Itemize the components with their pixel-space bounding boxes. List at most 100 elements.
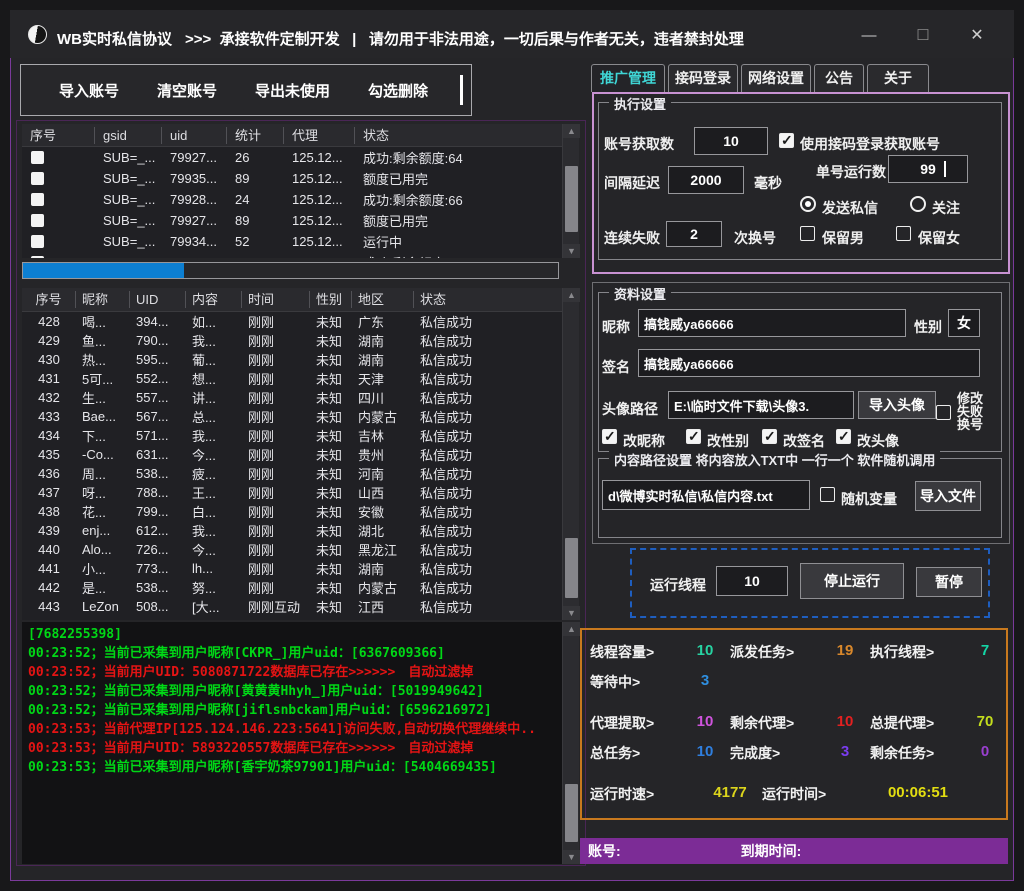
- scroll-up-icon[interactable]: ▲: [563, 622, 580, 636]
- cell: 未知: [310, 502, 352, 521]
- column-header[interactable]: gsid: [95, 127, 162, 144]
- table-row[interactable]: 442是...538...努...刚刚未知内蒙古私信成功: [22, 578, 562, 597]
- table-row[interactable]: 434下...571...我...刚刚未知吉林私信成功: [22, 426, 562, 445]
- column-header[interactable]: 地区: [352, 291, 414, 308]
- table-row[interactable]: 4315可...552...想...刚刚未知天津私信成功: [22, 369, 562, 388]
- table-row[interactable]: 439enj...612...我...刚刚未知湖北私信成功: [22, 521, 562, 540]
- messages-table-scrollbar[interactable]: ▲ ▼: [562, 288, 579, 620]
- cell: 湖南: [352, 331, 414, 350]
- maximize-button[interactable]: ☐: [910, 26, 936, 46]
- fail-switch-checkbox[interactable]: [936, 405, 951, 420]
- column-header[interactable]: UID: [130, 291, 186, 308]
- column-header[interactable]: 状态: [414, 291, 562, 308]
- thread-count-input[interactable]: [716, 566, 788, 596]
- table-row[interactable]: 432生...557...讲...刚刚未知四川私信成功: [22, 388, 562, 407]
- column-header[interactable]: 状态: [355, 127, 562, 144]
- table-row[interactable]: SUB=_...79927...26125.12...成功:剩余额度:64: [22, 147, 562, 168]
- log-line: [7682255398]: [28, 625, 556, 644]
- avatar-path-input[interactable]: [668, 391, 854, 419]
- table-row[interactable]: SUB=_...79927...89125.12...额度已用完: [22, 210, 562, 231]
- table-row[interactable]: 433Bae...567...总...刚刚未知内蒙古私信成功: [22, 407, 562, 426]
- scrollbar-thumb[interactable]: [565, 784, 578, 842]
- table-row[interactable]: 440Alo...726...今...刚刚未知黑龙江私信成功: [22, 540, 562, 559]
- log-scrollbar[interactable]: ▲ ▼: [562, 622, 579, 864]
- change-checkbox[interactable]: [686, 429, 701, 444]
- table-row[interactable]: 430热...595...葡...刚刚未知湖南私信成功: [22, 350, 562, 369]
- close-button[interactable]: ✕: [964, 26, 990, 46]
- table-row[interactable]: 436周...538...疲...刚刚未知河南私信成功: [22, 464, 562, 483]
- table-row[interactable]: 437呀...788...王...刚刚未知山西私信成功: [22, 483, 562, 502]
- tab-1[interactable]: 接码登录: [668, 64, 738, 92]
- toolbar-button[interactable]: 勾选删除: [368, 80, 428, 101]
- scroll-up-icon[interactable]: ▲: [563, 288, 580, 302]
- fail-count-input[interactable]: [666, 221, 722, 247]
- scrollbar-thumb[interactable]: [565, 166, 578, 232]
- table-row[interactable]: 435-Co...631...今...刚刚未知贵州私信成功: [22, 445, 562, 464]
- follow-radio[interactable]: [910, 196, 926, 212]
- row-checkbox[interactable]: [31, 256, 44, 258]
- account-fetch-input[interactable]: [694, 127, 768, 155]
- column-header[interactable]: 统计: [227, 127, 284, 144]
- import-avatar-button[interactable]: 导入头像: [858, 391, 936, 419]
- scroll-up-icon[interactable]: ▲: [563, 124, 580, 138]
- tab-2[interactable]: 网络设置: [741, 64, 811, 92]
- table-row[interactable]: SUB=_...79928...24125.12...成功:剩余额度:66: [22, 189, 562, 210]
- column-header[interactable]: 代理: [284, 127, 355, 144]
- single-run-input[interactable]: [888, 155, 968, 183]
- interval-input[interactable]: [668, 166, 744, 194]
- table-row[interactable]: 441小...773...lh...刚刚未知湖南私信成功: [22, 559, 562, 578]
- cell: 努...: [186, 578, 242, 597]
- cell: 广东: [352, 312, 414, 331]
- gender-select[interactable]: 女: [948, 309, 980, 337]
- tab-0[interactable]: 推广管理: [591, 64, 665, 92]
- change-checkbox[interactable]: [762, 429, 777, 444]
- accounts-table[interactable]: 序号gsiduid统计代理状态 SUB=_...79927...26125.12.…: [22, 124, 562, 258]
- send-dm-radio[interactable]: [800, 196, 816, 212]
- column-header[interactable]: 性别: [310, 291, 352, 308]
- table-row[interactable]: SUB=_...79927...37125.12...成功:剩余额度:53: [22, 252, 562, 258]
- minimize-button[interactable]: —: [856, 26, 882, 46]
- row-checkbox[interactable]: [31, 214, 44, 227]
- column-header[interactable]: 昵称: [76, 291, 130, 308]
- toolbar-button[interactable]: 导入账号: [59, 80, 119, 101]
- table-row[interactable]: 443LeZon508...[大...刚刚互动未知江西私信成功: [22, 597, 562, 616]
- row-checkbox[interactable]: [31, 172, 44, 185]
- nick-input[interactable]: [638, 309, 906, 337]
- use-code-login-checkbox[interactable]: [779, 133, 794, 148]
- content-path-input[interactable]: [602, 480, 810, 510]
- table-row[interactable]: SUB=_...79934...52125.12...运行中: [22, 231, 562, 252]
- stat-item: 线程容量>10: [590, 642, 728, 662]
- scroll-down-icon[interactable]: ▼: [563, 606, 580, 620]
- column-header[interactable]: 序号: [22, 127, 95, 144]
- pause-button[interactable]: 暂停: [916, 567, 982, 597]
- change-checkbox[interactable]: [602, 429, 617, 444]
- column-header[interactable]: 时间: [242, 291, 310, 308]
- row-checkbox[interactable]: [31, 235, 44, 248]
- row-checkbox[interactable]: [31, 151, 44, 164]
- tab-4[interactable]: 关于: [867, 64, 929, 92]
- column-header[interactable]: 序号: [22, 291, 76, 308]
- column-header[interactable]: 内容: [186, 291, 242, 308]
- table-row[interactable]: 428喝...394...如...刚刚未知广东私信成功: [22, 312, 562, 331]
- toolbar-button[interactable]: 清空账号: [157, 80, 217, 101]
- accounts-table-scrollbar[interactable]: ▲ ▼: [562, 124, 579, 258]
- row-checkbox[interactable]: [31, 193, 44, 206]
- scroll-down-icon[interactable]: ▼: [563, 244, 580, 258]
- scrollbar-thumb[interactable]: [565, 538, 578, 598]
- keep-male-checkbox[interactable]: [800, 226, 815, 241]
- keep-female-checkbox[interactable]: [896, 226, 911, 241]
- import-file-button[interactable]: 导入文件: [915, 481, 981, 511]
- scroll-down-icon[interactable]: ▼: [563, 850, 580, 864]
- table-row[interactable]: SUB=_...79935...89125.12...额度已用完: [22, 168, 562, 189]
- random-var-checkbox[interactable]: [820, 487, 835, 502]
- sign-input[interactable]: [638, 349, 980, 377]
- messages-table[interactable]: 序号昵称UID内容时间性别地区状态 428喝...394...如...刚刚未知广东…: [22, 288, 562, 620]
- stop-run-button[interactable]: 停止运行: [800, 563, 904, 599]
- table-row[interactable]: 429鱼...790...我...刚刚未知湖南私信成功: [22, 331, 562, 350]
- change-checkbox[interactable]: [836, 429, 851, 444]
- toolbar-button[interactable]: 导出未使用: [255, 80, 330, 101]
- column-header[interactable]: uid: [162, 127, 227, 144]
- tab-3[interactable]: 公告: [814, 64, 864, 92]
- table-row[interactable]: 438花...799...白...刚刚未知安徽私信成功: [22, 502, 562, 521]
- cell: 79927...: [162, 150, 227, 165]
